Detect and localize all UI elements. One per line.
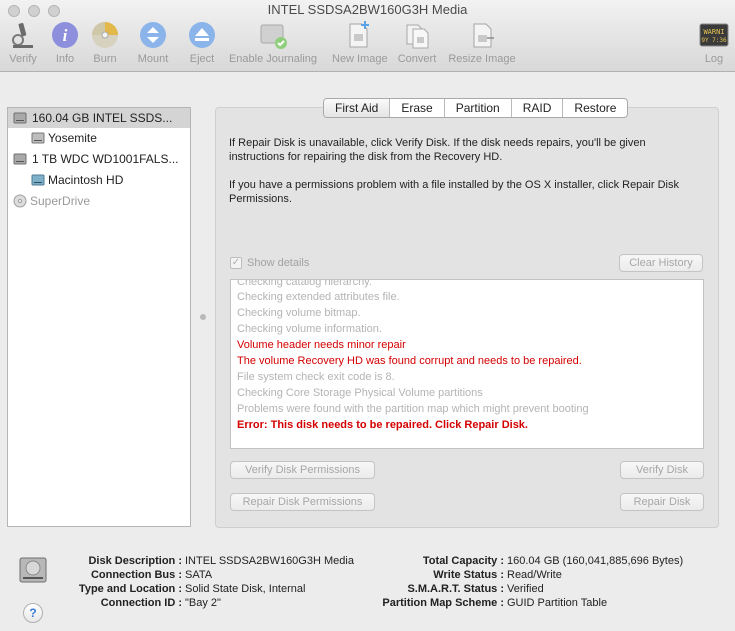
resize-image-icon — [473, 23, 494, 48]
type-location-value: Solid State Disk, Internal — [185, 583, 306, 595]
eject-button[interactable]: Eject — [176, 20, 228, 65]
disk-list-sidebar[interactable]: 160.04 GB INTEL SSDS... Yosemite 1 TB WD… — [7, 107, 191, 527]
log-line: Problems were found with the partition m… — [237, 403, 589, 415]
disk-description-value: INTEL SSDSA2BW160G3H Media — [185, 555, 354, 567]
sidebar-item-macintosh-hd[interactable]: Macintosh HD — [8, 170, 190, 190]
eject-icon — [189, 22, 215, 48]
burn-disc-icon — [92, 22, 118, 48]
disk-check-icon — [260, 24, 287, 49]
connection-bus-value: SATA — [185, 569, 213, 581]
tab-bar: First Aid Erase Partition RAID Restore — [323, 98, 629, 118]
new-image-icon — [349, 21, 369, 48]
disk-description-label: Disk Description : — [88, 555, 182, 567]
write-status-label: Write Status : — [433, 569, 504, 581]
tab-erase[interactable]: Erase — [389, 99, 443, 117]
log-line: File system check exit code is 8. — [237, 371, 395, 383]
log-line-warning: The volume Recovery HD was found corrupt… — [237, 355, 582, 367]
connection-bus-label: Connection Bus : — [90, 569, 182, 581]
repair-instructions: If Repair Disk is unavailable, click Ver… — [229, 137, 646, 163]
microscope-icon — [12, 22, 33, 48]
tab-first-aid[interactable]: First Aid — [324, 99, 390, 117]
console-log-icon: WARNI 9Y 7:36 — [699, 23, 729, 47]
window-title: INTEL SSDSA2BW160G3H Media — [267, 2, 468, 17]
mount-icon — [140, 22, 166, 48]
log-line: Checking volume bitmap. — [237, 307, 361, 319]
clear-history-button[interactable]: Clear History — [619, 254, 703, 272]
smart-status-label: S.M.A.R.T. Status : — [407, 583, 504, 595]
partition-scheme-value: GUID Partition Table — [507, 597, 608, 609]
sidebar-item-yosemite[interactable]: Yosemite — [8, 128, 190, 148]
burn-button[interactable]: Burn — [79, 20, 131, 65]
repair-disk-permissions-button[interactable]: Repair Disk Permissions — [230, 493, 375, 511]
convert-icon — [406, 24, 429, 49]
show-details-label: Show details — [247, 257, 310, 269]
mount-button[interactable]: Mount — [127, 20, 179, 65]
new-image-button[interactable]: New Image — [332, 20, 388, 65]
total-capacity-label: Total Capacity : — [422, 555, 504, 567]
verify-disk-permissions-button[interactable]: Verify Disk Permissions — [230, 461, 375, 479]
tab-raid[interactable]: RAID — [510, 99, 563, 117]
resize-image-button[interactable]: Resize Image — [448, 20, 516, 65]
convert-button[interactable]: Convert — [391, 20, 443, 65]
svg-text:9Y 7:36: 9Y 7:36 — [701, 37, 727, 44]
split-view-handle[interactable] — [200, 314, 206, 320]
type-location-label: Type and Location : — [78, 583, 182, 595]
tab-restore[interactable]: Restore — [562, 99, 627, 117]
info-icon: i — [52, 22, 78, 48]
partition-scheme-label: Partition Map Scheme : — [382, 597, 504, 609]
log-line: Checking Core Storage Physical Volume pa… — [237, 387, 483, 399]
volume-icon — [31, 132, 45, 144]
connection-id-value: "Bay 2" — [185, 597, 221, 609]
sidebar-item-superdrive[interactable]: SuperDrive — [8, 191, 190, 211]
first-aid-log[interactable]: Checking catalog hierarchy. Checking ext… — [230, 279, 704, 449]
enable-journaling-button[interactable]: Enable Journaling — [229, 20, 317, 65]
write-status-value: Read/Write — [507, 569, 562, 581]
smart-status-value: Verified — [507, 583, 544, 595]
log-line-error: Error: This disk needs to be repaired. C… — [237, 419, 528, 431]
log-line: Checking volume information. — [237, 323, 382, 335]
total-capacity-value: 160.04 GB (160,041,885,696 Bytes) — [507, 555, 684, 567]
log-line: Checking extended attributes file. — [237, 291, 400, 303]
show-details-checkbox[interactable]: ✓ — [230, 257, 242, 269]
permissions-instructions: If you have a permissions problem with a… — [229, 179, 679, 205]
log-button[interactable]: WARNI 9Y 7:36 Log — [688, 20, 735, 65]
verify-disk-button[interactable]: Verify Disk — [620, 461, 704, 479]
sidebar-item-intel-ssd[interactable]: 160.04 GB INTEL SSDS... — [8, 108, 190, 128]
svg-text:WARNI: WARNI — [703, 28, 724, 36]
log-line-warning: Volume header needs minor repair — [237, 339, 406, 351]
macintosh-hd-icon — [31, 174, 45, 186]
optical-disc-icon — [13, 194, 27, 208]
hard-drive-icon — [13, 153, 27, 165]
repair-disk-button[interactable]: Repair Disk — [620, 493, 704, 511]
sidebar-item-wdc-disk[interactable]: 1 TB WDC WD1001FALS... — [8, 149, 190, 169]
svg-text:i: i — [63, 26, 68, 45]
tab-partition[interactable]: Partition — [443, 99, 511, 117]
connection-id-label: Connection ID : — [100, 597, 182, 609]
toolbar: INTEL SSDSA2BW160G3H Media Verify i Info… — [0, 0, 735, 72]
help-button[interactable]: ? — [23, 603, 43, 623]
hard-drive-icon — [13, 112, 27, 124]
